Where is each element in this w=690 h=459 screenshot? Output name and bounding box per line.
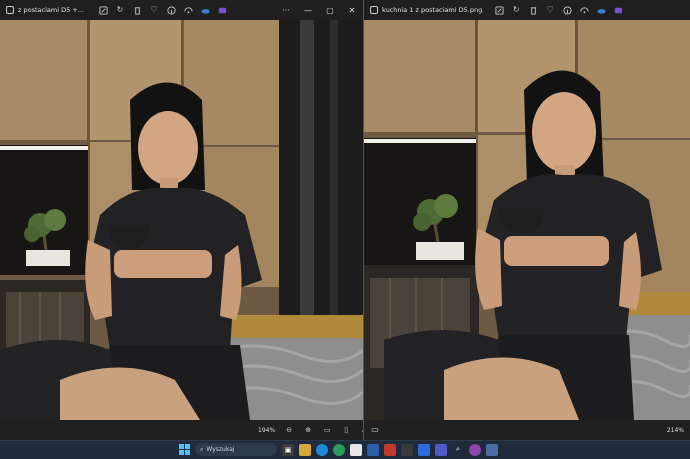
left-zoom-tools: 194% ⊖ ⊕ ▭ ▯ ⤢ ⛶ xyxy=(258,425,363,435)
left-window-title: z postaciami D5 + Krea.p... xyxy=(18,6,86,14)
rotate-icon[interactable]: ↻ xyxy=(115,5,125,15)
close-button[interactable]: ✕ xyxy=(341,6,363,15)
left-bottom-bar: 194% ⊖ ⊕ ▭ ▯ ⤢ ⛶ xyxy=(0,420,363,440)
store-icon[interactable] xyxy=(367,443,379,456)
taskbar-items: ⌕ Wyszukaj ▣ ⌕ xyxy=(178,443,498,456)
right-window-title: kuchnia 1 z postaciami D5.png xyxy=(382,6,483,14)
right-title-bar: kuchnia 1 z postaciami D5.png ↻ ♡ xyxy=(364,0,690,20)
outlook-icon[interactable] xyxy=(418,443,430,456)
left-photo-render xyxy=(0,20,363,420)
edit-icon[interactable] xyxy=(98,5,108,15)
app-icon-dark[interactable] xyxy=(401,443,413,456)
left-photo-image xyxy=(0,20,363,420)
start-icon[interactable] xyxy=(178,444,190,456)
app-icon-purple[interactable] xyxy=(469,443,481,456)
bing-icon[interactable] xyxy=(183,5,193,15)
notepad-icon[interactable] xyxy=(350,443,362,456)
actual-size-icon[interactable]: ▭ xyxy=(322,425,332,435)
file-explorer-icon[interactable] xyxy=(299,443,311,456)
delete-icon[interactable] xyxy=(528,5,538,15)
clipchamp-icon[interactable] xyxy=(613,5,623,15)
right-photo-render xyxy=(364,20,690,420)
info-icon[interactable] xyxy=(562,5,572,15)
right-bottom-bar: ▭ 214% xyxy=(364,420,690,440)
search-placeholder: Wyszukaj xyxy=(206,446,235,453)
rotate-icon[interactable]: ↻ xyxy=(511,5,521,15)
right-zoom-level: 214% xyxy=(666,426,684,434)
magnifier-icon[interactable]: ⌕ xyxy=(452,444,464,456)
right-photo-image xyxy=(364,20,690,420)
edge-icon[interactable] xyxy=(316,443,328,456)
favorite-icon[interactable]: ♡ xyxy=(545,5,555,15)
zoom-in-icon[interactable]: ⊕ xyxy=(303,425,313,435)
onedrive-icon[interactable] xyxy=(200,5,210,15)
maximize-button[interactable]: ▢ xyxy=(319,6,341,15)
photos-taskbar-icon[interactable] xyxy=(486,443,498,456)
right-viewer-window: kuchnia 1 z postaciami D5.png ↻ ♡ ▭ 214% xyxy=(364,0,690,440)
favorite-icon[interactable]: ♡ xyxy=(149,5,159,15)
left-toolbar: ↻ ♡ xyxy=(98,5,227,15)
left-viewer-window: z postaciami D5 + Krea.p... ↻ ♡ ··· — ▢ … xyxy=(0,0,363,440)
zoom-out-icon[interactable]: ⊖ xyxy=(284,425,294,435)
info-icon[interactable] xyxy=(166,5,176,15)
task-view-icon[interactable]: ▣ xyxy=(282,443,294,456)
left-window-controls: ··· — ▢ ✕ xyxy=(275,6,363,15)
left-zoom-level: 194% xyxy=(258,426,276,434)
photos-app-icon xyxy=(370,6,378,14)
edit-icon[interactable] xyxy=(494,5,504,15)
onedrive-icon[interactable] xyxy=(596,5,606,15)
filmstrip-icon[interactable]: ▯ xyxy=(341,425,351,435)
chrome-icon[interactable] xyxy=(333,443,345,456)
filmstrip-icon[interactable]: ▭ xyxy=(370,425,380,435)
more-options-icon[interactable]: ··· xyxy=(275,6,297,15)
teams-icon[interactable] xyxy=(435,443,447,456)
search-icon: ⌕ xyxy=(200,445,204,453)
left-title-bar: z postaciami D5 + Krea.p... ↻ ♡ ··· — ▢ … xyxy=(0,0,363,20)
photos-app-icon xyxy=(6,6,14,14)
clipchamp-icon[interactable] xyxy=(217,5,227,15)
windows-taskbar: ⌕ Wyszukaj ▣ ⌕ xyxy=(0,440,690,459)
bing-icon[interactable] xyxy=(579,5,589,15)
app-icon-red[interactable] xyxy=(384,443,396,456)
minimize-button[interactable]: — xyxy=(297,6,319,15)
right-toolbar: ↻ ♡ xyxy=(494,5,623,15)
taskbar-search-box[interactable]: ⌕ Wyszukaj xyxy=(195,443,277,456)
delete-icon[interactable] xyxy=(132,5,142,15)
